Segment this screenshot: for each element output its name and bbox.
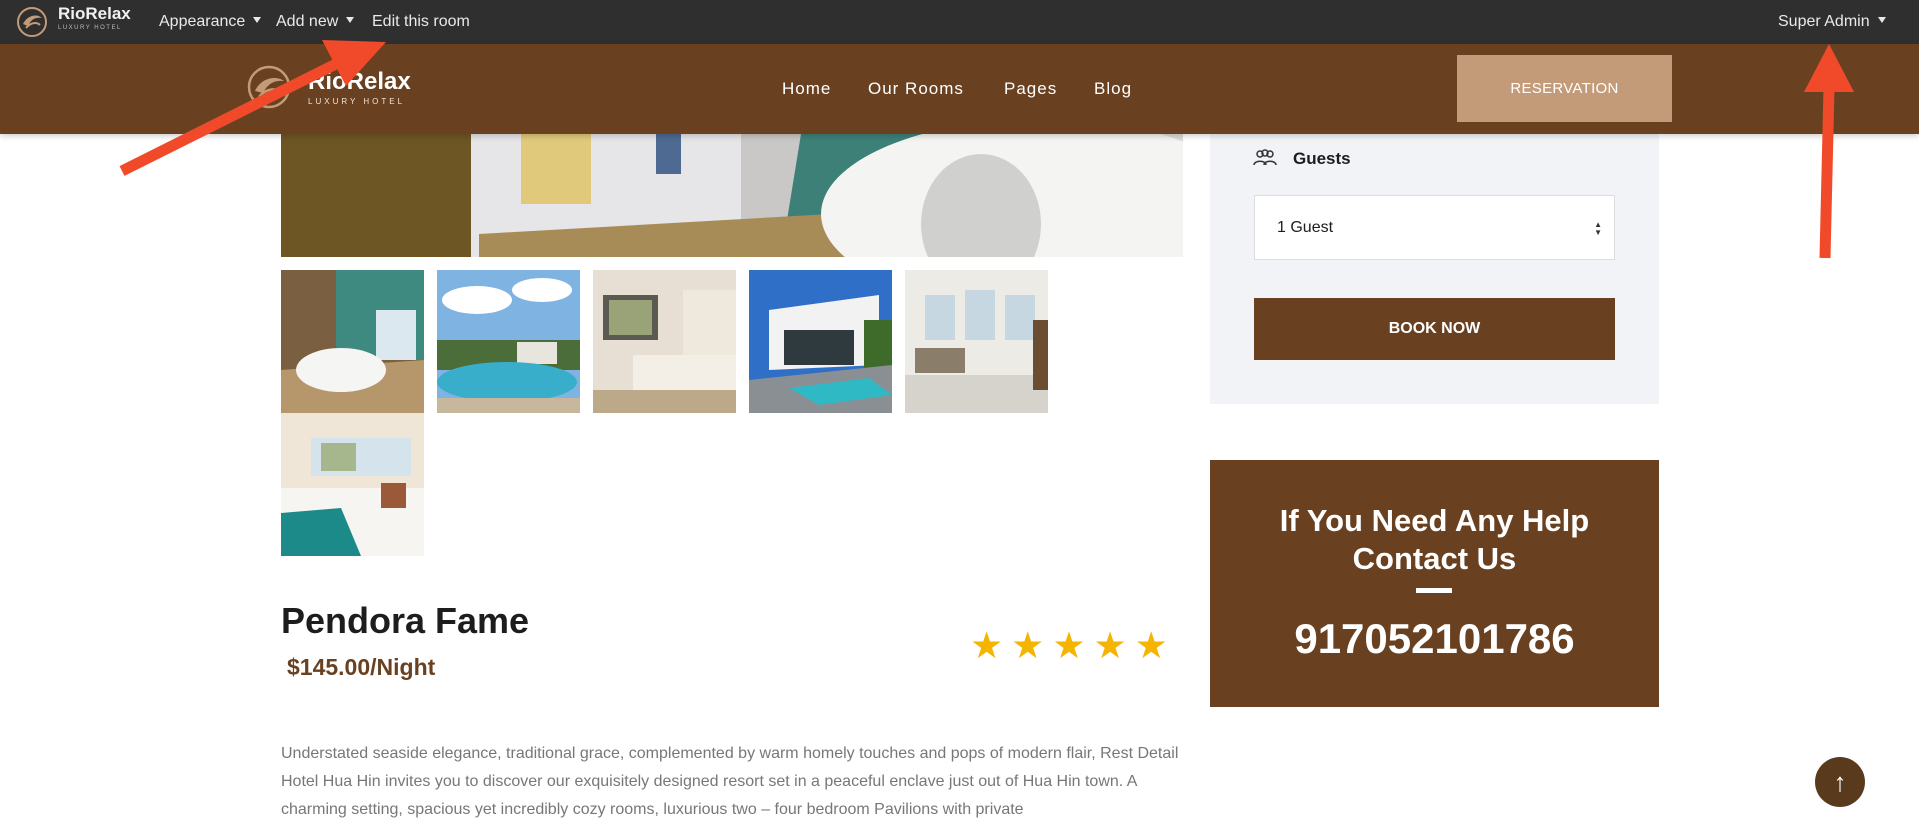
user-menu[interactable]: Super Admin — [1778, 13, 1886, 31]
site-header: RioRelax LUXURY HOTEL Home Our Rooms Pag… — [0, 44, 1919, 134]
room-title: Pendora Fame — [281, 600, 530, 641]
help-title-line1: If You Need Any Help — [1279, 503, 1590, 538]
room-thumbnail-pool[interactable] — [437, 270, 580, 413]
back-to-top-button[interactable]: ↑ — [1815, 757, 1865, 807]
room-thumbnail-bathroom[interactable] — [281, 270, 424, 413]
appearance-label: Appearance — [159, 13, 246, 30]
chevron-down-icon — [346, 17, 355, 23]
appearance-menu[interactable]: Appearance — [159, 13, 262, 31]
nav-pages[interactable]: Pages — [1004, 79, 1057, 99]
arrow-up-icon: ↑ — [1833, 767, 1847, 797]
add-new-label: Add new — [276, 13, 339, 30]
site-logo-icon[interactable] — [246, 64, 292, 110]
room-description: Understated seaside elegance, traditiona… — [281, 745, 1179, 818]
admin-brand-name: RioRelax — [58, 4, 131, 23]
help-divider — [1416, 588, 1452, 593]
admin-bar: RioRelax LUXURY HOTEL Appearance Add new… — [0, 0, 1919, 44]
help-title: If You Need Any Help Contact Us — [1210, 502, 1659, 578]
room-thumbnail-living-room[interactable] — [905, 270, 1048, 413]
users-icon — [1253, 149, 1277, 166]
edit-room-link[interactable]: Edit this room — [372, 13, 470, 31]
admin-brand[interactable]: RioRelax LUXURY HOTEL — [58, 5, 131, 31]
room-price: $145.00/Night — [287, 654, 436, 680]
site-brand-name: RioRelax — [308, 68, 411, 95]
site-brand[interactable]: RioRelax LUXURY HOTEL — [308, 70, 411, 106]
booking-panel — [1210, 134, 1659, 404]
room-main-image — [281, 134, 1183, 257]
room-thumbnail-bedroom-teal[interactable] — [281, 413, 424, 556]
guests-selected-value: 1 Guest — [1277, 219, 1334, 236]
help-phone[interactable]: 917052101786 — [1210, 615, 1659, 663]
user-name: Super Admin — [1778, 13, 1870, 30]
admin-brand-sub: LUXURY HOTEL — [58, 25, 122, 31]
add-new-menu[interactable]: Add new — [276, 13, 355, 31]
site-brand-sub: LUXURY HOTEL — [308, 97, 406, 106]
room-thumbnail-villa[interactable] — [749, 270, 892, 413]
guests-select[interactable]: 1 Guest ▲ ▼ — [1254, 195, 1615, 260]
nav-our-rooms[interactable]: Our Rooms — [868, 79, 964, 99]
nav-home[interactable]: Home — [782, 79, 831, 99]
guests-label: Guests — [1293, 149, 1351, 168]
room-thumbnail-bedroom[interactable] — [593, 270, 736, 413]
reservation-button[interactable]: RESERVATION — [1457, 55, 1672, 122]
book-now-button[interactable]: BOOK NOW — [1254, 298, 1615, 360]
chevron-down-icon — [253, 17, 262, 23]
chevron-down-icon — [1877, 17, 1886, 23]
nav-blog[interactable]: Blog — [1094, 79, 1132, 99]
help-box: If You Need Any Help Contact Us 91705210… — [1210, 460, 1659, 707]
help-title-line2: Contact Us — [1352, 541, 1517, 576]
riorelax-logo-icon[interactable] — [16, 6, 48, 38]
star-rating: ★★★★★ — [970, 625, 1176, 666]
select-arrows-icon: ▲ ▼ — [1594, 220, 1602, 237]
